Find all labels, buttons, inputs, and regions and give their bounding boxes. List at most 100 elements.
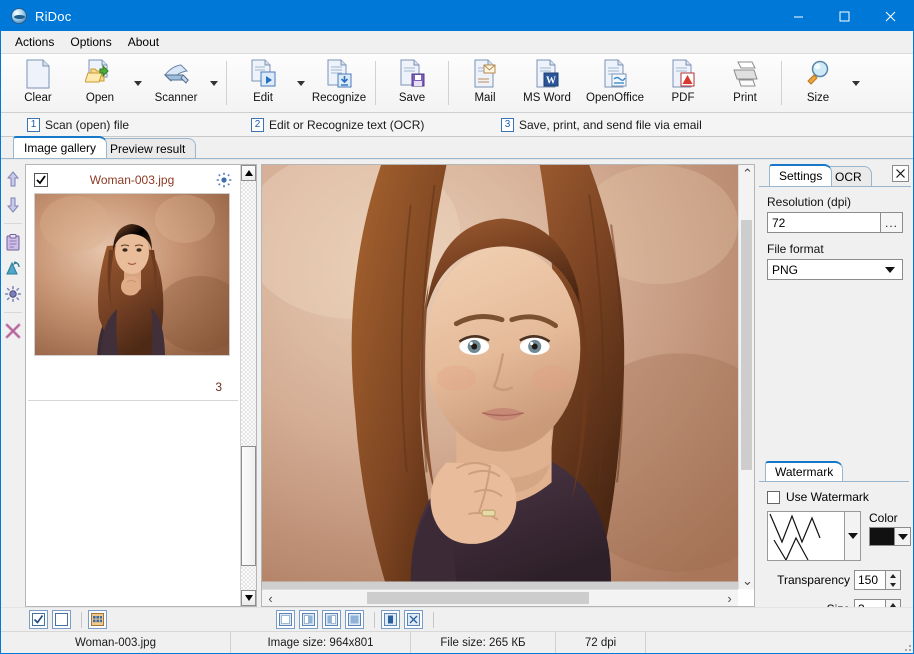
toolbar-separator-4 <box>781 61 782 105</box>
delete-x-icon[interactable] <box>3 320 23 342</box>
scanner-dropdown-arrow[interactable] <box>207 55 221 111</box>
maximize-button[interactable] <box>821 1 867 31</box>
main-photo <box>262 165 738 582</box>
chevron-left-icon: ‹ <box>268 592 272 605</box>
watermark-color-dropdown[interactable] <box>895 527 911 546</box>
transparency-stepper[interactable]: 150 <box>854 570 901 590</box>
file-format-select[interactable]: PNG <box>767 259 903 280</box>
viewer-canvas[interactable] <box>262 165 738 589</box>
gallery-item-thumbnail[interactable] <box>34 193 230 356</box>
gallery-scroll-track[interactable] <box>241 181 256 590</box>
page-play-icon <box>249 58 277 90</box>
move-up-icon[interactable] <box>3 168 23 190</box>
zoom-half-right-icon[interactable] <box>322 610 341 629</box>
viewer-horizontal-scrollbar[interactable]: ‹ › <box>262 589 738 606</box>
mail-button[interactable]: Mail <box>454 55 516 111</box>
transparency-decrement-button[interactable] <box>886 580 900 589</box>
viewer-scroll-up-button[interactable]: ⌃ <box>739 165 755 182</box>
resolution-label: Resolution (dpi) <box>767 195 903 209</box>
edit-dropdown-arrow[interactable] <box>294 55 308 111</box>
clear-button[interactable]: Clear <box>7 55 69 111</box>
viewer-hscroll-track[interactable] <box>279 590 721 606</box>
save-button[interactable]: Save <box>381 55 443 111</box>
resolution-field-row: 72 ... <box>767 212 903 233</box>
fit-page-icon[interactable] <box>404 610 423 629</box>
list-item[interactable]: Woman-003.jpg <box>26 165 240 400</box>
watermark-tab-strip: Watermark <box>759 461 909 481</box>
fit-width-icon[interactable] <box>381 610 400 629</box>
status-empty <box>646 632 899 653</box>
close-panel-button[interactable] <box>892 165 909 182</box>
viewer-vscroll-thumb[interactable] <box>741 220 752 470</box>
size-dropdown-arrow[interactable] <box>849 55 863 111</box>
file-format-value: PNG <box>772 263 798 277</box>
use-watermark-row[interactable]: Use Watermark <box>767 490 901 504</box>
settings-tab-strip: Settings OCR <box>759 164 911 186</box>
gallery-scroll-down-button[interactable] <box>241 590 256 606</box>
window-title: RiDoc <box>35 9 71 24</box>
page-save-icon <box>398 58 426 90</box>
brightness-icon[interactable] <box>3 283 23 305</box>
clipboard-icon[interactable] <box>3 231 23 253</box>
open-dropdown-arrow[interactable] <box>131 55 145 111</box>
minimize-button[interactable] <box>775 1 821 31</box>
transparency-value[interactable]: 150 <box>854 570 886 590</box>
msword-button[interactable]: W MS Word <box>516 55 578 111</box>
open-button[interactable]: Open <box>69 55 131 111</box>
resolution-input[interactable]: 72 <box>767 212 881 233</box>
recognize-button[interactable]: Recognize <box>308 55 370 111</box>
use-watermark-checkbox[interactable] <box>767 491 780 504</box>
menu-actions[interactable]: Actions <box>7 32 62 52</box>
gallery-scroll-up-button[interactable] <box>241 165 256 181</box>
print-button[interactable]: Print <box>714 55 776 111</box>
step-2: 2 Edit or Recognize text (OCR) <box>251 118 424 132</box>
watermark-pattern-preview[interactable] <box>767 511 845 561</box>
scanner-button[interactable]: Scanner <box>145 55 207 111</box>
move-down-icon[interactable] <box>3 194 23 216</box>
gallery-item-page-number: 3 <box>34 356 232 400</box>
tab-watermark[interactable]: Watermark <box>765 461 843 481</box>
gallery-item-checkbox[interactable] <box>34 173 48 187</box>
pdf-button[interactable]: PDF <box>652 55 714 111</box>
deselect-all-icon[interactable] <box>52 610 71 629</box>
tab-preview-result[interactable]: Preview result <box>99 138 196 158</box>
menu-options[interactable]: Options <box>62 32 119 52</box>
toolbar-separator-2 <box>375 61 376 105</box>
viewer-hscroll-thumb[interactable] <box>367 592 589 604</box>
bottom-toolbar <box>1 607 913 631</box>
viewer-scroll-left-button[interactable]: ‹ <box>262 590 279 606</box>
resize-grip-icon[interactable] <box>899 639 913 653</box>
size-button[interactable]: Size <box>787 55 849 111</box>
viewer-vertical-scrollbar[interactable]: ⌃ ⌄ <box>738 165 754 589</box>
brightness-gear-icon[interactable] <box>216 172 232 188</box>
transparency-increment-button[interactable] <box>886 571 900 580</box>
gallery-scroll-thumb[interactable] <box>241 446 256 566</box>
watermark-color-swatch[interactable] <box>869 527 895 546</box>
viewer-vscroll-track[interactable] <box>739 182 754 572</box>
tab-image-gallery[interactable]: Image gallery <box>13 136 107 158</box>
transparency-spin-buttons[interactable] <box>886 570 901 590</box>
zoom-fit-icon[interactable] <box>276 610 295 629</box>
select-all-icon[interactable] <box>29 610 48 629</box>
thumbnails-grid-icon[interactable] <box>88 610 107 629</box>
watermark-color-group: Color <box>869 511 911 561</box>
tab-settings[interactable]: Settings <box>769 164 832 186</box>
watermark-color-picker[interactable] <box>869 527 911 546</box>
close-button[interactable] <box>867 1 913 31</box>
resolution-more-button[interactable]: ... <box>881 212 903 233</box>
openoffice-button[interactable]: OpenOffice <box>578 55 652 111</box>
blank-page-icon <box>25 58 51 90</box>
watermark-pattern-dropdown[interactable] <box>845 511 861 561</box>
gallery-item-filename: Woman-003.jpg <box>48 173 216 187</box>
status-dpi: 72 dpi <box>556 632 646 653</box>
menu-about[interactable]: About <box>120 32 167 52</box>
edit-button[interactable]: Edit <box>232 55 294 111</box>
viewer-scroll-down-button[interactable]: ⌄ <box>739 572 755 589</box>
zoom-half-left-icon[interactable] <box>299 610 318 629</box>
image-tools-rail <box>1 160 25 607</box>
zoom-full-icon[interactable] <box>345 610 364 629</box>
viewer-scroll-right-button[interactable]: › <box>721 590 738 606</box>
file-format-label: File format <box>767 242 903 256</box>
rotate-icon[interactable] <box>3 257 23 279</box>
gallery-scrollbar[interactable] <box>240 165 256 606</box>
